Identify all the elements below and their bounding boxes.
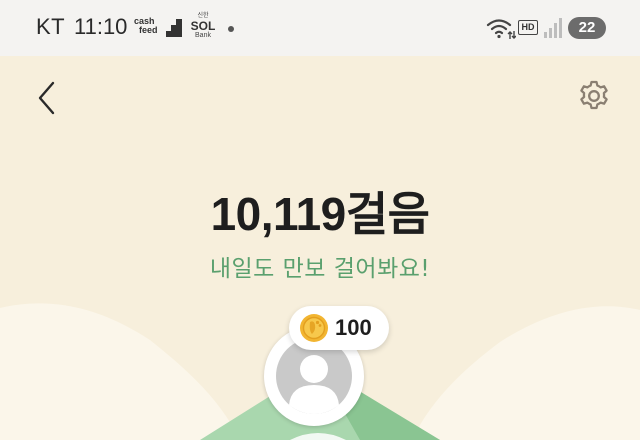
hd-icon: HD <box>518 20 538 35</box>
coin-amount: 100 <box>335 315 372 340</box>
sol-bank-logo: SOL <box>190 19 216 33</box>
gear-icon <box>580 80 608 110</box>
cashfeed-icon-line2: feed <box>139 25 158 35</box>
coin-reward-badge[interactable]: 100 <box>289 306 389 350</box>
chevron-left-icon <box>38 81 55 115</box>
cashfeed-icon: cash feed <box>134 17 162 39</box>
step-count: 10,119걸음 <box>210 188 430 240</box>
back-button[interactable] <box>30 78 64 118</box>
signal-icon <box>544 18 562 38</box>
battery-icon: 22 <box>568 17 606 39</box>
status-bar: KT 11:10 cash feed 신한 SOL Bank HD 22 <box>0 0 640 56</box>
carrier-label: KT <box>36 14 66 39</box>
coin-icon <box>300 314 328 342</box>
wifi-icon <box>486 19 516 39</box>
clock: 11:10 <box>74 14 128 39</box>
sol-bank-icon: 신한 SOL Bank <box>190 13 216 47</box>
notification-dot-icon <box>228 26 234 32</box>
sol-bank-bottom: Bank <box>195 32 211 39</box>
stair-icon <box>166 19 182 37</box>
settings-button[interactable] <box>574 76 614 116</box>
